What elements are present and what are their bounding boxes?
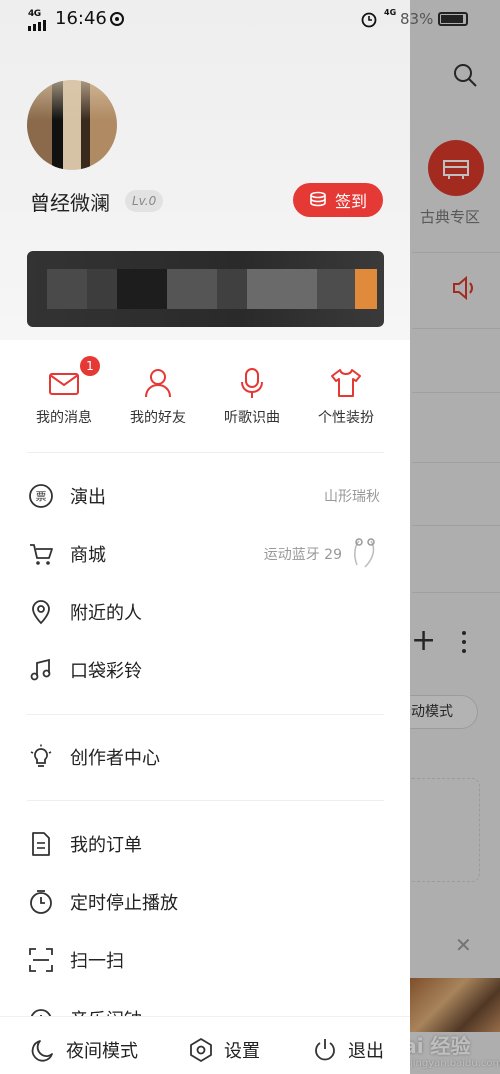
menu-item-sleep-timer[interactable]: 定时停止播放: [0, 877, 410, 927]
music-note-icon: [30, 658, 51, 681]
menu-item-creator-center[interactable]: 创作者中心: [0, 732, 410, 782]
quick-action-label: 听歌识曲: [224, 410, 280, 426]
divider: [27, 714, 384, 715]
checkin-button[interactable]: 签到: [293, 183, 383, 217]
night-mode-label: 夜间模式: [66, 1041, 138, 1062]
drawer-overlay[interactable]: [410, 0, 500, 1074]
menu-label: 创作者中心: [70, 748, 160, 769]
side-drawer: 曾经微澜 Lv.0 签到 4G 16:46 我的消息 我的好友 听歌识曲 个性装…: [0, 0, 410, 1074]
status-bar: 4G 16:46: [0, 0, 410, 40]
settings-label: 设置: [224, 1041, 260, 1062]
menu-label: 附近的人: [70, 603, 142, 624]
divider: [27, 800, 384, 801]
level-badge[interactable]: Lv.0: [125, 190, 164, 212]
document-icon: [32, 832, 50, 856]
app-notification-icon: [110, 12, 124, 26]
menu-label: 定时停止播放: [70, 893, 178, 914]
menu-hint: 山形瑞秋: [324, 489, 380, 505]
quick-action-friends[interactable]: 我的好友: [108, 360, 208, 427]
quick-action-label: 我的好友: [130, 410, 186, 426]
divider: [27, 452, 384, 453]
quick-actions: 我的消息 我的好友 听歌识曲 个性装扮: [0, 360, 410, 440]
earphones-image: [354, 538, 375, 568]
menu-label: 扫一扫: [70, 951, 124, 972]
settings-icon: [190, 1038, 212, 1062]
settings-button[interactable]: 设置: [188, 1037, 260, 1063]
menu-item-orders[interactable]: 我的订单: [0, 819, 410, 869]
username[interactable]: 曾经微澜: [30, 187, 110, 216]
vip-card[interactable]: [27, 251, 384, 327]
quick-action-label: 个性装扮: [318, 410, 374, 426]
checkin-label: 签到: [334, 192, 367, 211]
bulb-icon: [30, 744, 52, 767]
menu-item-scan[interactable]: 扫一扫: [0, 935, 410, 985]
quick-action-recognize[interactable]: 听歌识曲: [202, 360, 302, 427]
friend-icon: [145, 369, 171, 398]
moon-icon: [31, 1040, 53, 1062]
signal-icon: [28, 20, 46, 31]
clock: 16:46: [55, 8, 107, 29]
avatar[interactable]: [27, 80, 117, 170]
menu-label: 演出: [70, 487, 106, 508]
night-mode-button[interactable]: 夜间模式: [30, 1037, 138, 1063]
mail-icon: [49, 373, 79, 395]
svg-text:票: 票: [36, 490, 47, 503]
quick-action-dressup[interactable]: 个性装扮: [296, 360, 396, 427]
menu-item-mall[interactable]: 商城 运动蓝牙 29: [0, 529, 410, 579]
ticket-icon: 票: [29, 484, 53, 508]
tshirt-icon: [331, 369, 361, 397]
menu-item-nearby[interactable]: 附近的人: [0, 587, 410, 637]
coins-icon: [310, 191, 326, 207]
timer-icon: [30, 890, 52, 914]
menu-hint: 运动蓝牙 29: [263, 547, 342, 563]
logout-button[interactable]: 退出: [312, 1037, 384, 1063]
quick-action-label: 我的消息: [36, 410, 92, 426]
location-icon: [32, 600, 50, 625]
logout-label: 退出: [348, 1041, 384, 1062]
cart-icon: [30, 544, 53, 565]
menu-label: 口袋彩铃: [70, 661, 142, 682]
menu-label: 商城: [70, 545, 106, 566]
music-recognize-icon: [241, 368, 263, 398]
signal-label: 4G: [28, 9, 41, 19]
menu-item-ringtone[interactable]: 口袋彩铃: [0, 645, 410, 695]
scan-icon: [29, 948, 53, 972]
unread-badge: 1: [80, 356, 100, 376]
power-icon: [315, 1039, 335, 1061]
menu-item-shows[interactable]: 票 演出 山形瑞秋: [0, 471, 410, 521]
bottom-bar: 夜间模式 设置 退出: [0, 1016, 410, 1074]
menu-label: 我的订单: [70, 835, 142, 856]
